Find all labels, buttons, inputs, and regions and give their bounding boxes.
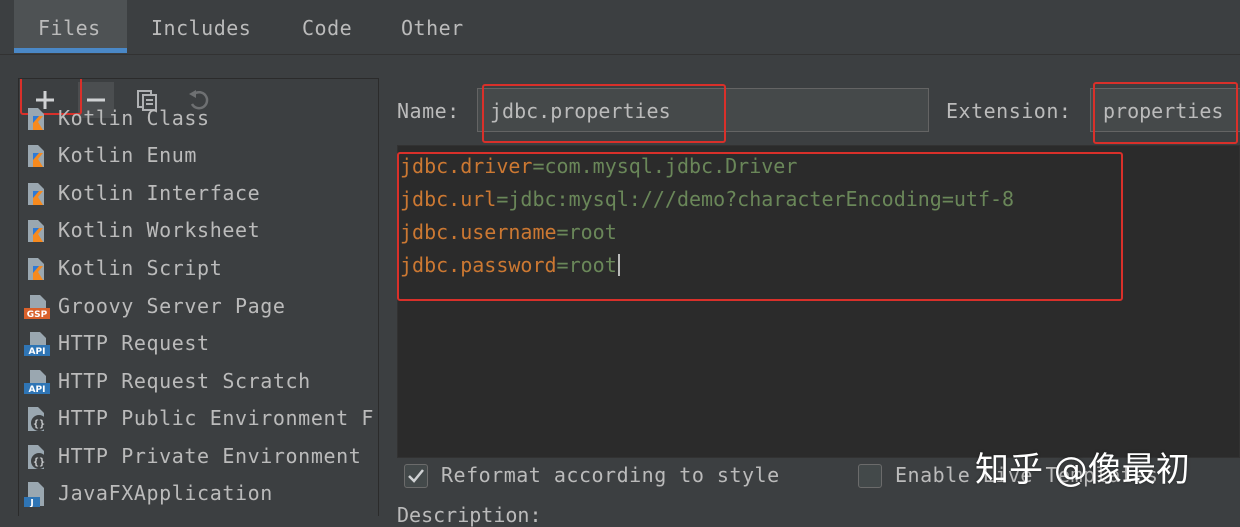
gsp-file-icon: GSP	[24, 295, 50, 320]
list-item-label: Kotlin Enum	[58, 143, 198, 167]
list-item[interactable]: GSP Groovy Server Page	[19, 287, 378, 324]
list-item-label: HTTP Request Scratch	[58, 369, 311, 393]
list-item-label: JavaFXApplication	[58, 481, 273, 505]
svg-text:API: API	[29, 347, 46, 357]
svg-text:J: J	[29, 499, 33, 508]
api-file-icon: API	[24, 332, 50, 357]
list-item[interactable]: Kotlin Script	[19, 249, 378, 286]
kotlin-file-icon	[28, 108, 44, 130]
list-item-label: HTTP Public Environment F	[58, 406, 375, 430]
template-list-panel: Kotlin Class Kotlin Enum Kotlin Interfac…	[18, 78, 379, 516]
extension-field-highlight	[1093, 82, 1238, 144]
list-item-label: HTTP Private Environment	[58, 444, 362, 468]
watermark: 知乎 @像最初	[975, 450, 1190, 490]
description-label: Description:	[397, 503, 542, 527]
java-file-icon: J	[24, 482, 44, 508]
list-item[interactable]: {} HTTP Private Environment	[19, 437, 378, 474]
kotlin-file-icon	[28, 220, 44, 242]
list-item[interactable]: Kotlin Enum	[19, 136, 378, 173]
name-field-highlight	[482, 84, 726, 143]
tab-other[interactable]: Other	[401, 16, 464, 40]
reformat-checkbox[interactable]	[404, 464, 428, 488]
tab-bar: Files Includes Code Other	[0, 0, 1240, 55]
kotlin-file-icon	[28, 145, 44, 167]
list-item-label: Groovy Server Page	[58, 294, 286, 318]
name-label: Name:	[397, 99, 460, 123]
list-item-label: HTTP Request	[58, 331, 210, 355]
svg-text:{}: {}	[33, 419, 45, 430]
list-item[interactable]: Kotlin Interface	[19, 174, 378, 211]
extension-label: Extension:	[946, 99, 1072, 123]
json-file-icon: {}	[28, 407, 47, 431]
list-item-label: Kotlin Interface	[58, 181, 261, 205]
live-templates-checkbox[interactable]	[858, 464, 882, 488]
kotlin-file-icon	[28, 183, 44, 205]
kotlin-file-icon	[28, 258, 44, 280]
list-item[interactable]: API HTTP Request	[19, 324, 378, 361]
svg-text:API: API	[29, 385, 46, 395]
list-item-label: Kotlin Worksheet	[58, 218, 261, 242]
tab-code[interactable]: Code	[302, 16, 352, 40]
list-item[interactable]: Kotlin Class	[19, 99, 378, 136]
code-highlight	[397, 152, 1123, 301]
svg-text:{}: {}	[33, 457, 45, 468]
svg-text:GSP: GSP	[27, 310, 48, 320]
checkmark-icon	[408, 469, 424, 483]
list-item[interactable]: API HTTP Request Scratch	[19, 362, 378, 399]
list-item[interactable]: J JavaFXApplication	[19, 474, 378, 511]
list-item[interactable]: {} HTTP Public Environment F	[19, 399, 378, 436]
json-file-icon: {}	[28, 445, 47, 469]
tab-files[interactable]: Files	[38, 16, 101, 40]
list-item-label: Kotlin Class	[58, 106, 210, 130]
reformat-label: Reformat according to style	[441, 463, 780, 487]
tab-includes[interactable]: Includes	[151, 16, 251, 40]
list-item[interactable]: Kotlin Worksheet	[19, 211, 378, 248]
list-item-label: Kotlin Script	[58, 256, 223, 280]
active-tab-indicator	[14, 48, 127, 53]
api-file-icon: API	[24, 370, 50, 395]
